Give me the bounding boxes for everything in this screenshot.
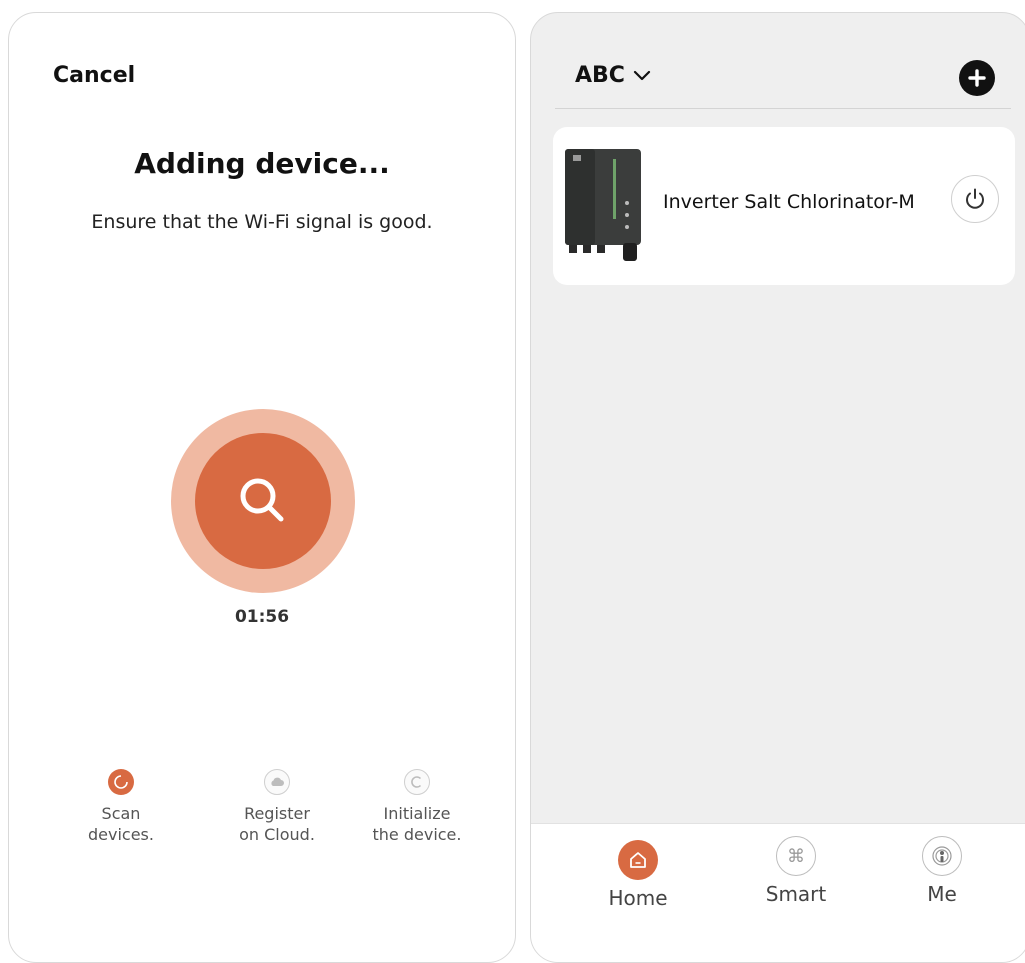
adding-device-screen: Cancel Adding device... Ensure that the …: [8, 12, 516, 963]
step-label-line2: the device.: [372, 825, 462, 844]
step-initialize-device: Initialize the device.: [347, 769, 487, 845]
person-icon: [922, 836, 962, 876]
tab-me[interactable]: Me: [887, 836, 997, 906]
wifi-hint-text: Ensure that the Wi-Fi signal is good.: [91, 211, 433, 233]
device-thumbnail: [565, 149, 641, 261]
home-selector[interactable]: ABC: [575, 63, 651, 88]
power-button[interactable]: [951, 175, 999, 223]
step-scan-devices: Scan devices.: [51, 769, 191, 845]
search-icon: [195, 433, 331, 569]
home-header: ABC: [531, 13, 1025, 109]
page-title: Adding device...: [134, 147, 390, 180]
home-screen: ABC Inverter Salt Chlorinator-M Home ⌘ S…: [530, 12, 1025, 963]
search-progress-indicator: [171, 409, 355, 593]
tab-smart-label: Smart: [765, 882, 827, 906]
command-icon: ⌘: [776, 836, 816, 876]
spinner-icon: [108, 769, 134, 795]
add-device-button[interactable]: [959, 60, 995, 96]
step-register-cloud: Register on Cloud.: [207, 769, 347, 845]
step-label-line2: on Cloud.: [239, 825, 315, 844]
tab-me-label: Me: [927, 882, 957, 906]
step-label-line2: devices.: [88, 825, 154, 844]
tab-home[interactable]: Home: [583, 840, 693, 910]
home-icon: [618, 840, 658, 880]
device-card[interactable]: Inverter Salt Chlorinator-M: [553, 127, 1015, 285]
step-label-line1: Scan: [101, 804, 141, 823]
tab-home-label: Home: [608, 886, 668, 910]
step-label-line1: Register: [244, 804, 310, 823]
home-name: ABC: [575, 63, 625, 88]
power-icon: [966, 188, 984, 209]
cancel-button[interactable]: Cancel: [53, 63, 135, 88]
bottom-tab-bar: Home ⌘ Smart Me: [531, 823, 1025, 962]
tab-smart[interactable]: ⌘ Smart: [741, 836, 851, 906]
header-divider: [555, 108, 1011, 109]
plus-icon: [968, 69, 986, 87]
countdown-timer: 01:56: [234, 607, 290, 627]
initialize-icon: [404, 769, 430, 795]
cloud-icon: [264, 769, 290, 795]
device-name: Inverter Salt Chlorinator-M: [663, 191, 915, 213]
chevron-down-icon: [633, 70, 651, 80]
step-label-line1: Initialize: [383, 804, 451, 823]
